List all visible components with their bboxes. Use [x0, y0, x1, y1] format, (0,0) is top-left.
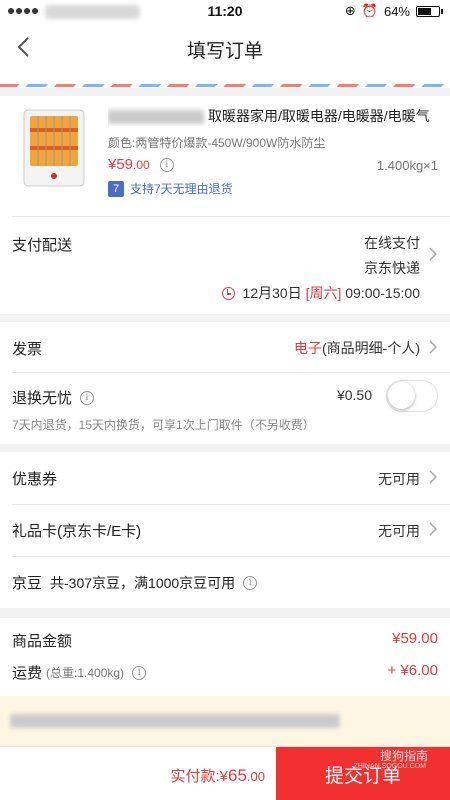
heater-image	[23, 109, 85, 187]
page-title: 填写订单	[186, 41, 263, 62]
delivery-time[interactable]: 12月30日 [周六] 09:00-15:00	[221, 283, 420, 303]
worry-free-price: ¥0.50	[336, 387, 372, 403]
pay-method[interactable]: 在线支付	[364, 233, 420, 253]
delivery-weekday: [周六]	[305, 285, 342, 301]
submit-order-button[interactable]: 提交订单 搜狗指南 ZHINAN.SOGOU.COM	[276, 747, 450, 800]
jingdou-label: 京豆	[12, 575, 43, 592]
product-brand-blurred	[108, 110, 204, 125]
delivery-method[interactable]: 京东快递	[364, 258, 420, 278]
delivery-date: 12月30日	[242, 285, 302, 301]
clock-icon	[221, 287, 235, 300]
worry-free-desc: 7天内退货，15天内换货，可享1次上门取件（不另收费）	[12, 418, 315, 432]
freight-weight: (总重:1.400kg)	[46, 666, 125, 680]
coupon-label: 优惠券	[12, 471, 58, 488]
price-info-icon[interactable]: i	[159, 157, 174, 172]
watermark-sub: ZHINAN.SOGOU.COM	[353, 763, 426, 770]
coupon-value[interactable]: 无可用	[378, 469, 420, 489]
status-icons: ⊕ ⏰ 64%	[344, 3, 443, 19]
watermark: 搜狗指南	[379, 749, 428, 763]
product-title[interactable]: 取暖器家用/取暖电器/电暖器/电暖气	[108, 106, 438, 126]
pay-dec: .00	[246, 769, 265, 784]
pay-symbol: ¥	[219, 768, 228, 785]
pay-int: 65	[228, 766, 247, 785]
price-int: 59	[116, 156, 134, 173]
product-spec: 颜色:两管特价爆款-450W/900W防水防尘	[108, 136, 326, 150]
seven-day-badge-icon: 7	[108, 180, 124, 197]
bottom-bar: 实付款:¥65.00 提交订单 搜狗指南 ZHINAN.SOGOU.COM	[0, 746, 450, 800]
toggle-knob	[388, 382, 415, 409]
return-policy-text: 支持7天无理由退货	[130, 182, 233, 196]
status-bar: 11:20 ⊕ ⏰ 64%	[0, 0, 450, 24]
giftcard-chevron-icon[interactable]	[428, 521, 438, 537]
delivery-address-bar	[0, 696, 450, 746]
return-policy: 7 支持7天无理由退货	[108, 180, 233, 197]
discount-section: 优惠券 无可用 礼品卡(京东卡/E卡) 无可用 京豆 共-307京豆，满1000…	[0, 452, 450, 608]
freight-row: 运费 (总重:1.400kg) i	[12, 662, 147, 683]
jingdou-info-icon[interactable]: i	[243, 575, 258, 590]
invoice-section: 发票 电子(商品明细-个人) 退换无忧 i ¥0.50 7天内退货，15天内换货…	[0, 322, 450, 444]
invoice-chevron-icon[interactable]	[428, 339, 438, 355]
jingdou-row: 京豆 共-307京豆，满1000京豆可用 i	[12, 572, 258, 593]
product-image[interactable]	[14, 106, 94, 190]
product-section: 取暖器家用/取暖电器/电暖器/电暖气 颜色:两管特价爆款-450W/900W防水…	[0, 96, 450, 314]
product-price: ¥59.00 i	[108, 156, 174, 173]
delivery-slot: 09:00-15:00	[345, 285, 420, 301]
worry-free-toggle[interactable]	[386, 380, 438, 412]
worry-free-label: 退换无忧 i	[12, 387, 95, 408]
giftcard-value[interactable]: 无可用	[378, 521, 420, 541]
battery-level	[418, 7, 431, 15]
worry-free-info-icon[interactable]: i	[80, 390, 95, 405]
payment-label: 支付配送	[12, 237, 73, 254]
goods-amount: ¥59.00	[392, 630, 438, 647]
divider	[12, 216, 450, 217]
product-price-value: ¥59.00	[108, 156, 150, 173]
divider	[12, 556, 450, 557]
coupon-chevron-icon[interactable]	[428, 469, 438, 485]
giftcard-label: 礼品卡(京东卡/E卡)	[12, 523, 142, 540]
worry-free-label-text: 退换无忧	[12, 390, 73, 407]
nav-bar: 填写订单	[0, 24, 450, 70]
invoice-value[interactable]: 电子(商品明细-个人)	[294, 338, 420, 358]
freight-label: 运费	[12, 665, 43, 682]
alarm-icon: ⏰	[361, 3, 378, 18]
battery-percent: 64%	[383, 3, 410, 19]
address-blurred	[10, 714, 340, 728]
divider	[12, 372, 450, 373]
product-title-text: 取暖器家用/取暖电器/电暖器/电暖气	[208, 108, 430, 124]
invoice-detail: (商品明细-个人)	[322, 340, 420, 356]
freight-info-icon[interactable]: i	[132, 665, 147, 680]
price-dec: .00	[133, 158, 150, 172]
invoice-label: 发票	[12, 341, 43, 358]
pay-label: 实付款:	[170, 768, 220, 785]
divider	[12, 504, 450, 505]
payment-chevron-icon[interactable]	[428, 246, 438, 262]
invoice-type: 电子	[294, 340, 322, 356]
product-weight: 1.400kg×1	[376, 158, 438, 173]
freight-amount: + ¥6.00	[387, 662, 438, 679]
pay-amount: 实付款:¥65.00	[170, 765, 265, 786]
jingdou-text: 共-307京豆，满1000京豆可用	[50, 574, 236, 591]
goods-amount-label: 商品金额	[12, 633, 73, 650]
envelope-stripe	[0, 84, 450, 87]
lock-rotation-icon: ⊕	[344, 3, 356, 18]
totals-section: 商品金额 ¥59.00 运费 (总重:1.400kg) i + ¥6.00	[0, 618, 450, 696]
battery-icon	[416, 5, 443, 17]
address-section[interactable]	[0, 70, 450, 88]
